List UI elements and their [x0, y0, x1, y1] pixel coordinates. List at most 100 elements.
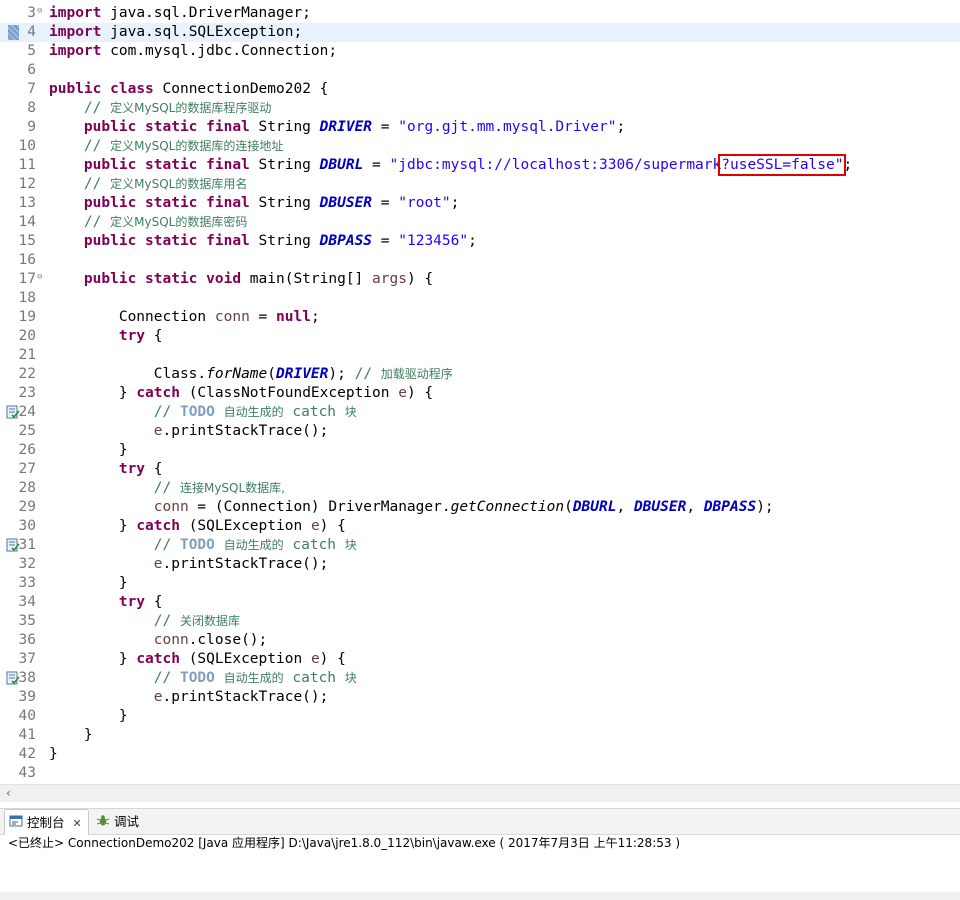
code-line[interactable]: 31 // TODO 自动生成的 catch 块: [0, 536, 960, 555]
code-token: ,: [686, 499, 696, 515]
code-line[interactable]: 14 // 定义MySQL的数据库密码: [0, 213, 960, 232]
code-editor[interactable]: 3 ⊖ import java.sql.DriverManager; 4 import …: [0, 0, 960, 784]
console-scrollbar[interactable]: [0, 892, 960, 900]
code-text: conn = (Connection) DriverManager.getCon…: [49, 498, 774, 517]
task-marker-icon[interactable]: [6, 405, 20, 420]
code-line[interactable]: 7 public class ConnectionDemo202 {: [0, 80, 960, 99]
console-status: <已终止> ConnectionDemo202 [Java 应用程序] D:\J…: [8, 836, 681, 850]
code-line[interactable]: 20 try {: [0, 327, 960, 346]
code-line[interactable]: 43: [0, 764, 960, 783]
code-line[interactable]: 23 } catch (ClassNotFoundException e) {: [0, 384, 960, 403]
code-token: .printStackTrace();: [162, 423, 329, 439]
code-token: //: [83, 214, 111, 230]
line-number: 10: [18, 138, 36, 154]
line-number: 42: [18, 746, 36, 762]
code-token: com.mysql.jdbc.Connection;: [110, 43, 338, 59]
code-text: // TODO 自动生成的 catch 块: [49, 403, 357, 422]
code-text: // 关闭数据库: [49, 612, 240, 631]
code-token: ) {: [319, 518, 346, 534]
code-token: //: [83, 100, 111, 116]
line-number: 9: [27, 119, 36, 135]
code-token: public static final: [83, 157, 250, 173]
fold-toggle-icon[interactable]: ⊖: [37, 270, 42, 285]
tab-debug[interactable]: 调试: [92, 809, 145, 834]
code-line[interactable]: 15 public static final String DBPASS = "…: [0, 232, 960, 251]
code-line[interactable]: 3 ⊖ import java.sql.DriverManager;: [0, 4, 960, 23]
code-token: ,: [616, 499, 626, 515]
code-line[interactable]: 25 e.printStackTrace();: [0, 422, 960, 441]
horizontal-scrollbar[interactable]: ‹: [0, 784, 960, 802]
code-token: DRIVER: [276, 366, 329, 382]
code-line[interactable]: 36 conn.close();: [0, 631, 960, 650]
code-text: import java.sql.DriverManager;: [49, 4, 311, 23]
code-text: } catch (SQLException e) {: [49, 517, 346, 536]
code-token: );: [328, 366, 346, 382]
code-line[interactable]: 28 // 连接MySQL数据库,: [0, 479, 960, 498]
code-line[interactable]: 19 Connection conn = null;: [0, 308, 960, 327]
code-text: try {: [49, 460, 163, 479]
highlighted-annotation: ?useSSL=false": [718, 154, 847, 176]
code-line[interactable]: 18: [0, 289, 960, 308]
code-line[interactable]: 5 import com.mysql.jdbc.Connection;: [0, 42, 960, 61]
task-marker-icon[interactable]: [6, 671, 20, 686]
code-line[interactable]: 9 public static final String DRIVER = "o…: [0, 118, 960, 137]
code-token: DBUSER: [633, 499, 687, 515]
code-line[interactable]: 10 // 定义MySQL的数据库的连接地址: [0, 137, 960, 156]
code-line[interactable]: 29 conn = (Connection) DriverManager.get…: [0, 498, 960, 517]
code-line[interactable]: 4 import java.sql.SQLException;: [0, 23, 960, 42]
code-line[interactable]: 34 try {: [0, 593, 960, 612]
code-line[interactable]: 35 // 关闭数据库: [0, 612, 960, 631]
code-text: } catch (SQLException e) {: [49, 650, 346, 669]
code-line[interactable]: 30 } catch (SQLException e) {: [0, 517, 960, 536]
code-token: java.sql.DriverManager;: [110, 5, 311, 21]
line-number: 40: [18, 708, 36, 724]
code-token: TODO: [179, 537, 215, 553]
code-token: }: [118, 708, 128, 724]
code-text: conn.close();: [49, 631, 268, 650]
code-token: DBPASS: [703, 499, 757, 515]
code-line[interactable]: 26 }: [0, 441, 960, 460]
code-token: catch: [292, 670, 337, 686]
code-token: ;: [616, 119, 626, 135]
code-line[interactable]: 8 // 定义MySQL的数据库程序驱动: [0, 99, 960, 118]
task-marker-icon[interactable]: [6, 538, 20, 553]
code-line[interactable]: 12 // 定义MySQL的数据库用名: [0, 175, 960, 194]
code-text: } catch (ClassNotFoundException e) {: [49, 384, 433, 403]
code-line[interactable]: 41 }: [0, 726, 960, 745]
close-icon[interactable]: ✕: [73, 811, 82, 836]
line-number: 37: [18, 651, 36, 667]
code-token: //: [83, 176, 111, 192]
code-line[interactable]: 37 } catch (SQLException e) {: [0, 650, 960, 669]
code-token: e: [398, 385, 407, 401]
code-line[interactable]: 17 ⊖ public static void main(String[] arg…: [0, 270, 960, 289]
code-line[interactable]: 13 public static final String DBUSER = "…: [0, 194, 960, 213]
code-line[interactable]: 22 Class.forName(DRIVER); // 加载驱动程序: [0, 365, 960, 384]
code-line[interactable]: 42}: [0, 745, 960, 764]
console-output[interactable]: [0, 852, 960, 892]
code-line[interactable]: 38 // TODO 自动生成的 catch 块: [0, 669, 960, 688]
code-text: import java.sql.SQLException;: [49, 23, 302, 42]
code-token: //: [83, 138, 111, 154]
tab-console[interactable]: 控制台 ✕: [4, 809, 89, 835]
code-line[interactable]: 24 // TODO 自动生成的 catch 块: [0, 403, 960, 422]
code-line[interactable]: 40 }: [0, 707, 960, 726]
code-line[interactable]: 21: [0, 346, 960, 365]
code-line[interactable]: 6: [0, 61, 960, 80]
code-token: public static void: [83, 271, 242, 287]
code-line[interactable]: 39 e.printStackTrace();: [0, 688, 960, 707]
code-line[interactable]: 11 public static final String DBURL = "j…: [0, 154, 960, 176]
code-line[interactable]: 32 e.printStackTrace();: [0, 555, 960, 574]
code-token: }: [118, 442, 128, 458]
scroll-left-icon[interactable]: ‹: [6, 786, 11, 800]
code-token: .printStackTrace();: [162, 689, 329, 705]
code-line[interactable]: 16: [0, 251, 960, 270]
line-number: 32: [18, 556, 36, 572]
code-token: 关闭数据库: [179, 614, 240, 628]
line-number: 12: [18, 176, 36, 192]
code-text: Class.forName(DRIVER); // 加载驱动程序: [49, 365, 453, 384]
code-line[interactable]: 27 try {: [0, 460, 960, 479]
fold-toggle-icon[interactable]: ⊖: [37, 4, 42, 19]
code-line[interactable]: 33 }: [0, 574, 960, 593]
code-text: e.printStackTrace();: [49, 422, 329, 441]
code-token: class: [110, 81, 154, 97]
